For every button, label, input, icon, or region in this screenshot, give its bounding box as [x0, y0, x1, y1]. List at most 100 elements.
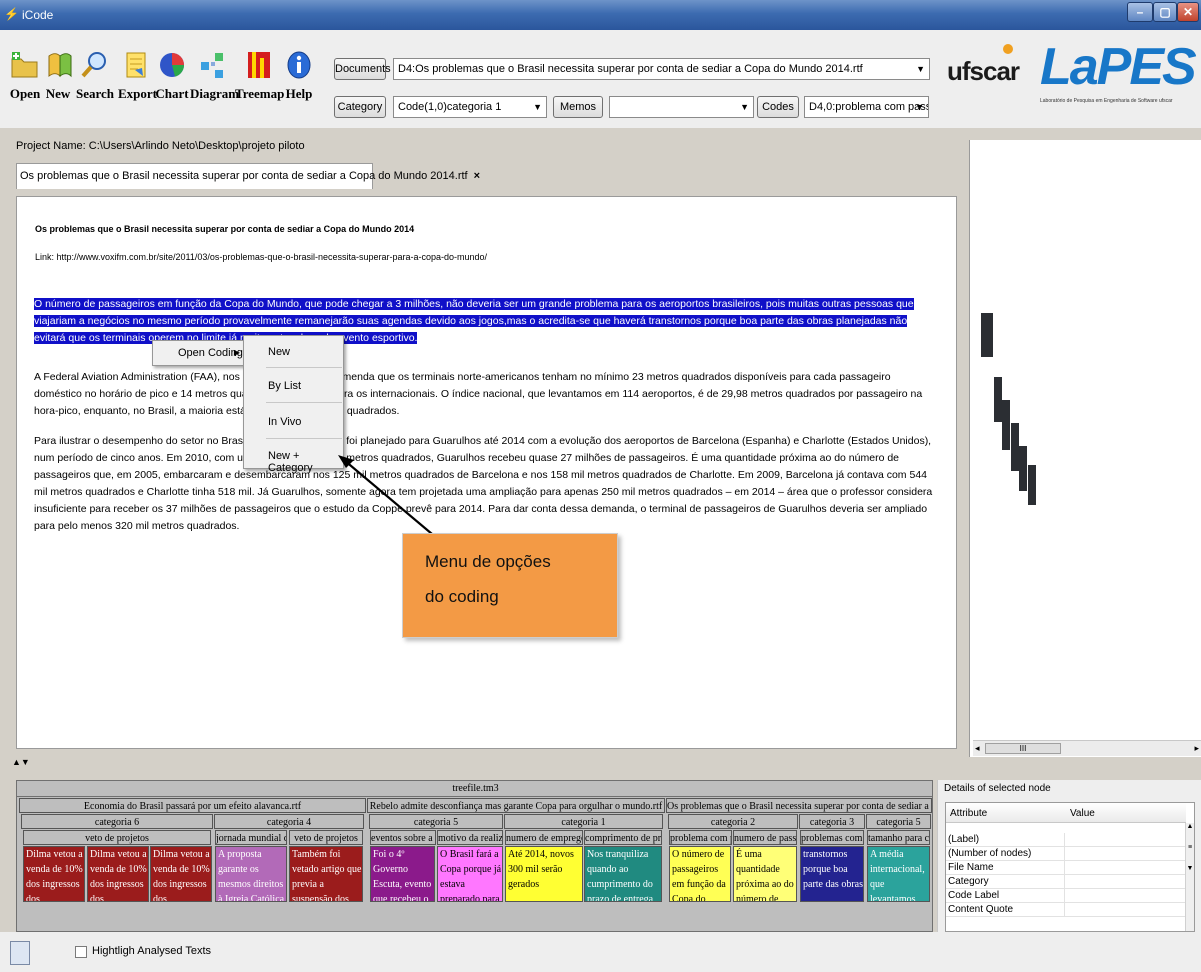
ufscar-logo: ufscar	[943, 38, 1025, 98]
chevron-down-icon: ▼	[533, 102, 542, 112]
treemap-icon	[248, 52, 270, 78]
status-bar: Hightligh Analysed Texts	[0, 932, 1201, 972]
highlight-analysed-label: Hightligh Analysed Texts	[92, 945, 212, 957]
attribute-column-header[interactable]: Attribute	[950, 808, 987, 819]
document-title: Os problemas que o Brasil necessita supe…	[35, 224, 415, 234]
selection-highlight: O número de passageiros em função da Cop…	[34, 298, 914, 344]
treemap-leaf[interactable]: Nos tranquiliza quando ao cumprimento do…	[584, 846, 662, 902]
column-divider	[1064, 903, 1065, 917]
annotation-arrow	[338, 455, 433, 535]
column-divider	[1064, 889, 1065, 903]
table-row[interactable]: Content Quote	[946, 903, 1186, 917]
code-mark	[985, 313, 993, 357]
annotation-callout: Menu de opções do coding	[402, 533, 618, 638]
tab-label: Os problemas que o Brasil necessita supe…	[20, 170, 468, 182]
code-mark	[994, 377, 1002, 422]
context-menu-open-coding[interactable]: Open Coding ▶	[152, 340, 244, 366]
app-icon: ⚡	[4, 7, 19, 21]
treemap-leaf[interactable]: transtornos porque boa parte das obras	[800, 846, 864, 902]
treemap-leaf[interactable]: Também foi vetado artigo que previa a su…	[289, 846, 363, 902]
open-coding-submenu: New By List In Vivo New + Category	[243, 335, 344, 474]
menu-separator	[266, 438, 342, 439]
codes-button[interactable]: Codes	[757, 96, 799, 118]
document-link: Link: http://www.voxifm.com.br/site/2011…	[35, 252, 488, 262]
window-title: iCode	[22, 8, 54, 22]
memos-select[interactable]: ▼	[609, 96, 754, 118]
maximize-button[interactable]: ▢	[1153, 2, 1177, 22]
horizontal-scrollbar[interactable]: ◂ III ▸	[973, 740, 1201, 756]
menu-item-in-vivo[interactable]: In Vivo	[268, 416, 301, 428]
table-row[interactable]: File Name	[946, 861, 1186, 875]
lapes-logo: LaPES Laboratório de Pesquisa em Engenha…	[1040, 38, 1197, 104]
document-list-icon[interactable]	[10, 941, 30, 965]
menu-item-by-list[interactable]: By List	[268, 380, 301, 392]
magnifier-icon	[81, 52, 106, 78]
scroll-right-icon[interactable]: ▸	[1194, 743, 1199, 754]
details-panel: Details of selected node Attribute Value…	[937, 780, 1201, 932]
code-mark	[1019, 446, 1027, 491]
details-table[interactable]: Attribute Value (Label) (Number of nodes…	[945, 802, 1195, 932]
column-divider	[1064, 875, 1065, 889]
code-mark	[1002, 400, 1010, 450]
treemap-panel[interactable]: treefile.tm3 Economia do Brasil passará …	[16, 780, 933, 932]
treemap-leaf[interactable]: Foi o 4º Governo Escuta, evento que rece…	[370, 846, 435, 902]
table-row[interactable]: Code Label	[946, 889, 1186, 903]
menu-separator	[266, 367, 342, 368]
splitter-toggle[interactable]: ▲▼	[12, 757, 30, 767]
treemap-button[interactable]: Treemap	[235, 50, 284, 102]
column-divider	[1064, 847, 1065, 861]
pie-chart-icon	[160, 53, 184, 77]
menu-item-new[interactable]: New	[268, 346, 290, 358]
category-button[interactable]: Category	[334, 96, 386, 118]
treemap-leaf[interactable]: Até 2014, novos 300 mil serão gerados	[505, 846, 583, 902]
highlight-analysed-checkbox[interactable]	[75, 946, 87, 958]
treemap-leaf[interactable]: A média internacional, que levantamos em	[867, 846, 930, 902]
close-icon[interactable]: ×	[474, 170, 480, 182]
codes-select[interactable]: D4,0:problema com passa... ▼	[804, 96, 929, 118]
treemap-leaf[interactable]: O Brasil fará a Copa porque já estava pr…	[437, 846, 503, 902]
treemap-leaf[interactable]: É uma quantidade próxima ao do número de	[733, 846, 797, 902]
treemap-leaf[interactable]: Dilma vetou a venda de 10% dos ingressos…	[150, 846, 212, 902]
open-button[interactable]: Open	[8, 50, 42, 102]
documents-select[interactable]: D4:Os problemas que o Brasil necessita s…	[393, 58, 930, 80]
chart-button[interactable]: Chart	[154, 50, 190, 102]
value-column-header[interactable]: Value	[1070, 808, 1095, 819]
treemap-leaves: Dilma vetou a venda de 10% dos ingressos…	[17, 781, 932, 909]
project-name: Project Name: C:\Users\Arlindo Neto\Desk…	[16, 140, 305, 152]
table-row[interactable]: (Label)	[946, 833, 1186, 847]
documents-button[interactable]: Documents	[334, 58, 391, 80]
minimize-button[interactable]: –	[1127, 2, 1153, 22]
code-mark	[1028, 465, 1036, 505]
search-button[interactable]: Search	[74, 50, 116, 102]
memos-button[interactable]: Memos	[553, 96, 603, 118]
diagram-button[interactable]: Diagram	[190, 50, 239, 102]
vertical-scrollbar[interactable]: ▲ ≡ ▼	[1185, 823, 1194, 931]
chevron-down-icon: ▼	[916, 64, 925, 74]
treemap-leaf[interactable]: Dilma vetou a venda de 10% dos ingressos…	[87, 846, 149, 902]
info-icon	[287, 51, 311, 79]
paragraph: A Federal Aviation Administration (FAA),…	[34, 371, 923, 417]
book-icon	[48, 53, 72, 78]
table-row[interactable]: Category	[946, 875, 1186, 889]
chevron-down-icon: ▼	[915, 102, 924, 112]
diagram-icon	[201, 53, 223, 78]
chevron-down-icon: ▼	[740, 102, 749, 112]
document-editor[interactable]: Os problemas que o Brasil necessita supe…	[16, 196, 957, 749]
scrollbar-thumb[interactable]: III	[985, 743, 1061, 754]
table-row[interactable]: (Number of nodes)	[946, 847, 1186, 861]
treemap-leaf[interactable]: O número de passageiros em função da Cop…	[669, 846, 731, 902]
code-mark	[1011, 423, 1019, 471]
scroll-left-icon[interactable]: ◂	[975, 743, 980, 754]
category-select[interactable]: Code(1,0)categoria 1 ▼	[393, 96, 547, 118]
column-divider	[1064, 861, 1065, 875]
treemap-leaf[interactable]: Dilma vetou a venda de 10% dos ingressos…	[23, 846, 85, 902]
treemap-leaf[interactable]: A proposta garante os mesmos direitos à …	[215, 846, 287, 902]
column-divider	[1064, 833, 1065, 847]
right-visualization-pane	[969, 140, 1201, 757]
close-window-button[interactable]: ✕	[1177, 2, 1199, 22]
submenu-arrow-icon: ▶	[233, 348, 240, 357]
help-button[interactable]: Help	[284, 50, 314, 102]
new-button[interactable]: New	[45, 50, 72, 102]
document-tab[interactable]: Os problemas que o Brasil necessita supe…	[16, 163, 480, 189]
export-button[interactable]: Export	[118, 50, 157, 102]
